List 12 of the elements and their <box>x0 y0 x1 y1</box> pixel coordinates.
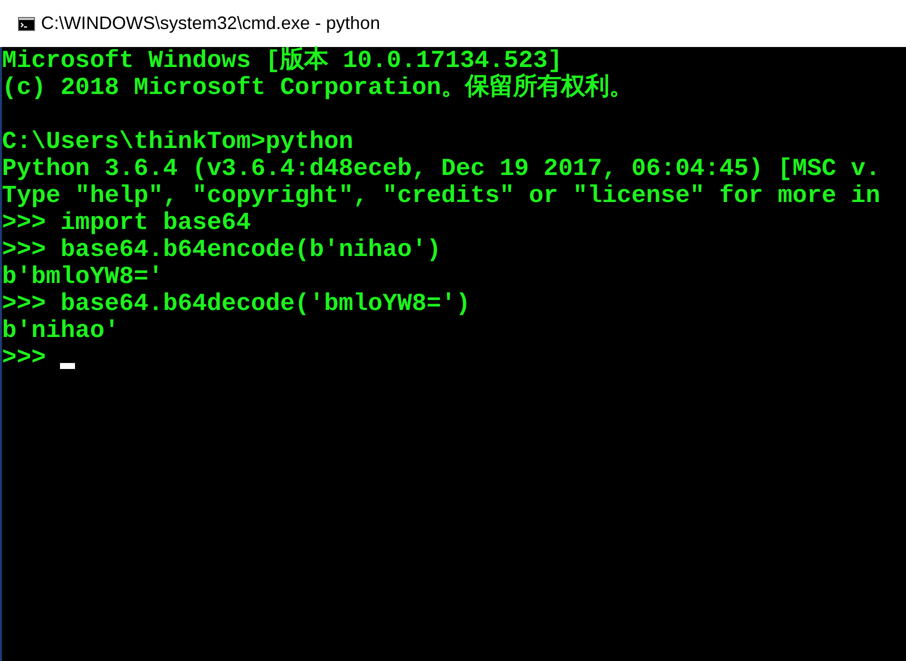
console-line: >>> base64.b64encode(b'nihao') <box>2 237 442 264</box>
console-prompt: >>> <box>2 345 46 372</box>
console-line: >>> base64.b64decode('bmloYW8=') <box>2 291 470 318</box>
console-line: >>> import base64 <box>2 210 251 237</box>
console-line: (c) 2018 Microsoft Corporation。保留所有权利。 <box>2 75 634 102</box>
console-line: b'nihao' <box>2 318 120 345</box>
console-line: Type "help", "copyright", "credits" or "license" for more in <box>2 183 880 210</box>
console-line: Python 3.6.4 (v3.6.4:d48eceb, Dec 19 2017, 06:04:45) [MSC v. <box>2 156 880 183</box>
console-app-icon <box>18 16 35 30</box>
console-line: b'bmloYW8=' <box>2 264 164 291</box>
window-title: C:\WINDOWS\system32\cmd.exe - python <box>41 13 380 34</box>
console-line: C:\Users\thinkTom>python <box>2 129 354 156</box>
